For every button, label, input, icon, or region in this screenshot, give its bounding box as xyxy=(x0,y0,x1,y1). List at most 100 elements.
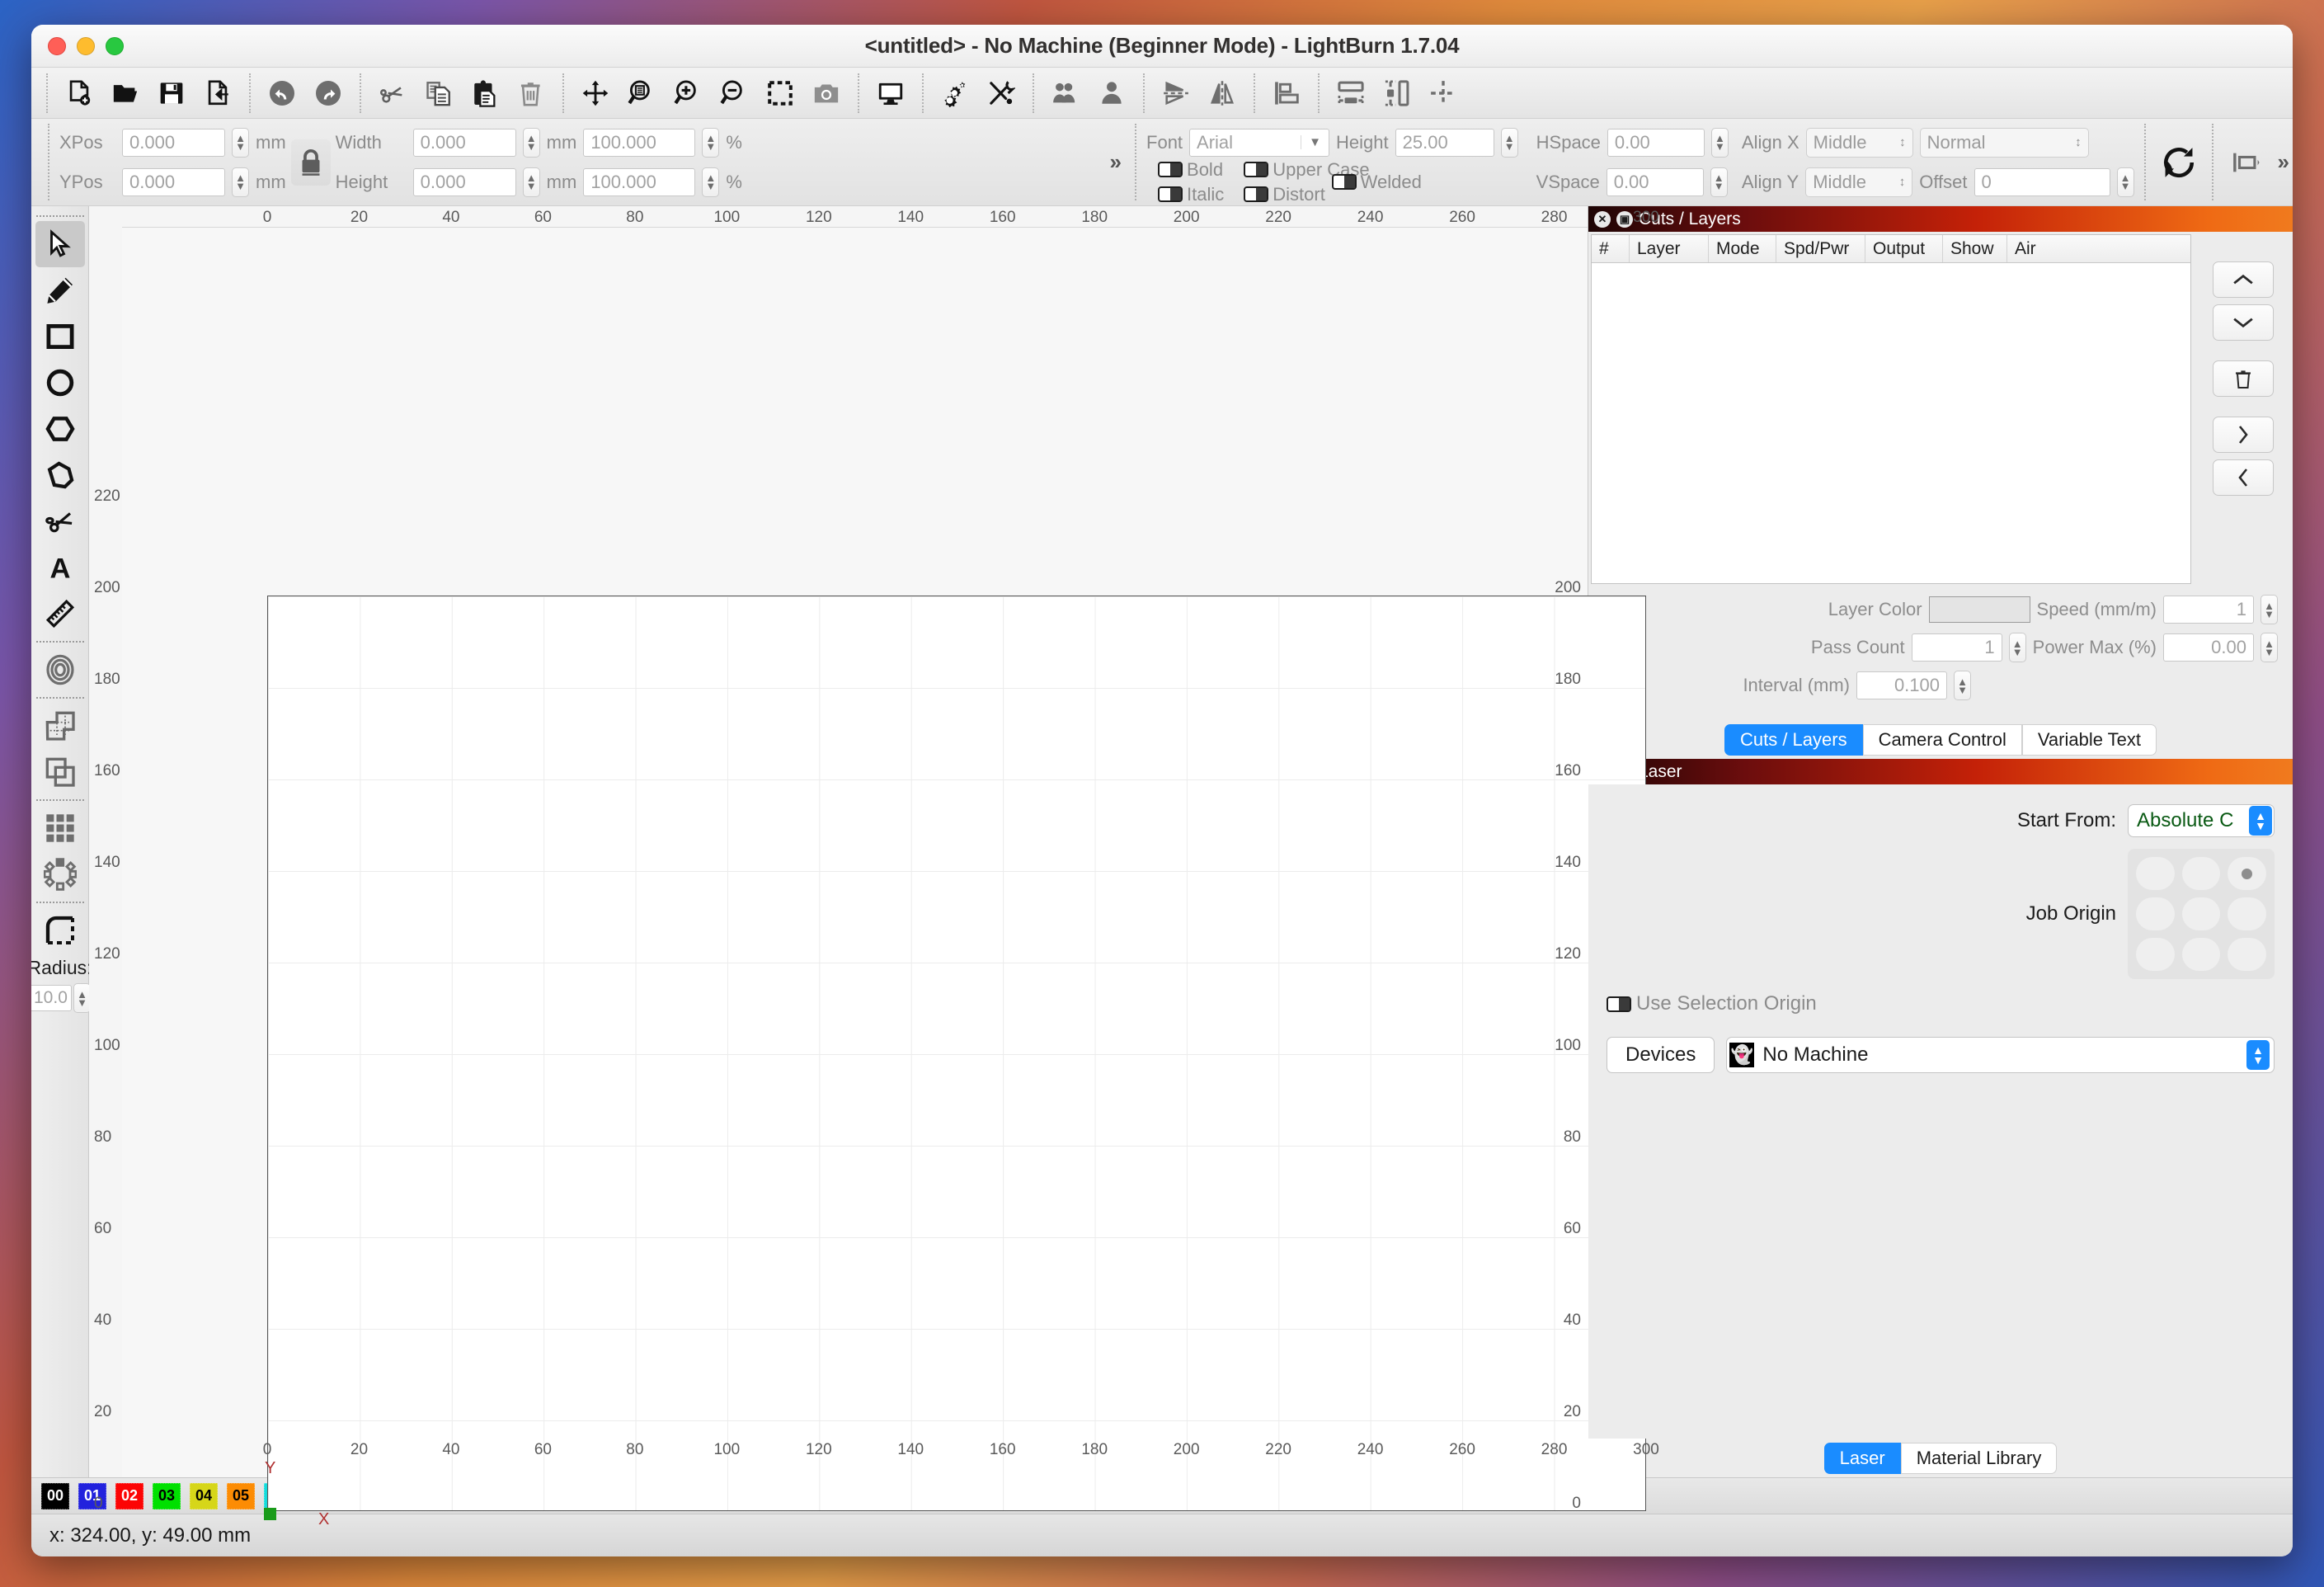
text-tool[interactable]: A xyxy=(35,544,85,591)
import-file-icon[interactable] xyxy=(195,72,241,115)
job-origin-cell[interactable] xyxy=(2182,897,2221,930)
palette-swatch[interactable]: 04 xyxy=(190,1483,218,1509)
delete-layer-button[interactable] xyxy=(2213,360,2274,397)
pass-count-input[interactable]: 1 xyxy=(1912,633,2002,662)
monitor-icon[interactable] xyxy=(868,72,914,115)
tab-camera-control[interactable]: Camera Control xyxy=(1863,724,2022,756)
work-area-rectangle[interactable] xyxy=(267,596,1646,1511)
undock-icon[interactable]: ▣ xyxy=(1616,211,1633,228)
power-max-input[interactable]: 0.00 xyxy=(2163,633,2254,662)
bold-toggle[interactable]: Bold xyxy=(1158,159,1224,181)
height-input[interactable]: 0.000 xyxy=(413,168,516,196)
chevron-updown-icon[interactable]: ▲▼ xyxy=(2246,1040,2270,1070)
layer-color-swatch[interactable] xyxy=(1929,596,2030,623)
flip-vertical-icon[interactable] xyxy=(1153,72,1199,115)
delete-icon[interactable] xyxy=(508,72,554,115)
cuts-column-header[interactable]: Show xyxy=(1943,235,2007,262)
cuts-column-header[interactable]: Spd/Pwr xyxy=(1776,235,1865,262)
draw-line-tool[interactable] xyxy=(35,267,85,313)
edit-nodes-tool[interactable] xyxy=(35,452,85,498)
design-canvas[interactable]: Y X 020406080100120140160180200220240260… xyxy=(89,206,1588,1477)
boolean-union-tool[interactable] xyxy=(35,749,85,795)
job-origin-cell[interactable] xyxy=(2228,938,2266,971)
circular-array-tool[interactable] xyxy=(35,851,85,897)
chevron-down-icon[interactable]: ▼ xyxy=(1301,135,1329,149)
job-origin-cell[interactable] xyxy=(2136,938,2175,971)
width-input[interactable]: 0.000 xyxy=(413,129,516,157)
width-stepper[interactable]: ▲▼ xyxy=(523,128,540,158)
measure-tool[interactable] xyxy=(35,591,85,637)
tab-laser[interactable]: Laser xyxy=(1824,1443,1901,1474)
trim-tool[interactable] xyxy=(35,498,85,544)
vspace-stepper[interactable]: ▲▼ xyxy=(1710,167,1728,197)
welded-switch-icon[interactable] xyxy=(1332,174,1357,190)
rectangle-tool[interactable] xyxy=(35,313,85,360)
camera-icon[interactable] xyxy=(803,72,849,115)
grid-array-tool[interactable] xyxy=(35,805,85,851)
layer-prev-button[interactable] xyxy=(2213,459,2274,496)
ypos-input[interactable]: 0.000 xyxy=(122,168,225,196)
move-layer-up-button[interactable] xyxy=(2213,261,2274,298)
ypos-stepper[interactable]: ▲▼ xyxy=(232,167,249,197)
tab-variable-text[interactable]: Variable Text xyxy=(2022,724,2157,756)
xpos-stepper[interactable]: ▲▼ xyxy=(232,128,249,158)
zoom-to-fit-icon[interactable] xyxy=(619,72,665,115)
distribute-vertical-icon[interactable] xyxy=(1374,72,1420,115)
undo-icon[interactable] xyxy=(259,72,305,115)
scale-x-input[interactable]: 100.000 xyxy=(583,129,695,157)
offset-shapes-tool[interactable] xyxy=(35,647,85,693)
settings-gears-icon[interactable] xyxy=(932,72,978,115)
uppercase-switch-icon[interactable] xyxy=(1244,162,1268,177)
bold-switch-icon[interactable] xyxy=(1158,162,1183,177)
height-stepper[interactable]: ▲▼ xyxy=(523,167,540,197)
ellipse-tool[interactable] xyxy=(35,360,85,406)
open-file-icon[interactable] xyxy=(102,72,148,115)
job-origin-cell[interactable] xyxy=(2182,938,2221,971)
scale-y-stepper[interactable]: ▲▼ xyxy=(702,167,719,197)
layer-next-button[interactable] xyxy=(2213,417,2274,453)
propbar-expand-chevron[interactable]: » xyxy=(1107,149,1125,175)
text-height-stepper[interactable]: ▲▼ xyxy=(1501,128,1518,158)
save-file-icon[interactable] xyxy=(148,72,195,115)
palette-swatch[interactable]: 00 xyxy=(41,1483,69,1509)
offset-stepper[interactable]: ▲▼ xyxy=(2117,167,2134,197)
start-from-select[interactable]: Absolute C ▲▼ xyxy=(2128,804,2275,837)
move-layer-down-button[interactable] xyxy=(2213,304,2274,341)
vspace-input[interactable]: 0.00 xyxy=(1607,168,1704,196)
align-x-select[interactable]: Middle ↕ xyxy=(1806,128,1913,158)
job-origin-cell[interactable] xyxy=(2182,857,2221,890)
hspace-input[interactable]: 0.00 xyxy=(1607,129,1705,157)
speed-input[interactable]: 1 xyxy=(2163,596,2254,624)
pass-count-stepper[interactable]: ▲▼ xyxy=(2009,633,2026,662)
radius-stepper[interactable]: ▲▼ xyxy=(73,983,91,1013)
scale-y-input[interactable]: 100.000 xyxy=(583,168,695,196)
group-icon[interactable] xyxy=(1042,72,1089,115)
job-origin-cell[interactable] xyxy=(2136,897,2175,930)
zoom-out-icon[interactable] xyxy=(711,72,757,115)
devices-button[interactable]: Devices xyxy=(1607,1037,1715,1073)
palette-swatch[interactable]: 02 xyxy=(115,1483,143,1509)
cuts-column-header[interactable]: Layer xyxy=(1630,235,1709,262)
machine-select[interactable]: 👻 No Machine ▲▼ xyxy=(1726,1037,2275,1073)
scale-x-stepper[interactable]: ▲▼ xyxy=(702,128,719,158)
distribute-horizontal-icon[interactable] xyxy=(1328,72,1374,115)
center-align-icon[interactable] xyxy=(1420,72,1466,115)
cuts-table[interactable]: #LayerModeSpd/PwrOutputShowAir xyxy=(1591,234,2191,584)
device-tools-icon[interactable] xyxy=(978,72,1024,115)
speed-stepper[interactable]: ▲▼ xyxy=(2260,595,2278,624)
flip-horizontal-icon[interactable] xyxy=(1199,72,1245,115)
job-origin-cell[interactable] xyxy=(2228,897,2266,930)
path-offset-icon[interactable] xyxy=(2223,141,2270,184)
align-left-icon[interactable] xyxy=(1263,72,1310,115)
welded-toggle[interactable]: Welded xyxy=(1332,172,1422,193)
close-icon[interactable]: ✕ xyxy=(1594,211,1611,228)
cut-icon[interactable] xyxy=(369,72,416,115)
job-origin-cell[interactable] xyxy=(2228,857,2266,890)
job-origin-cell[interactable] xyxy=(2136,857,2175,890)
tab-cuts-layers[interactable]: Cuts / Layers xyxy=(1724,724,1863,756)
redo-icon[interactable] xyxy=(305,72,351,115)
align-y-select[interactable]: Middle ↕ xyxy=(1805,167,1912,197)
select-tool[interactable] xyxy=(35,221,85,267)
offset-input[interactable]: 0 xyxy=(1974,168,2110,196)
text-height-input[interactable]: 25.00 xyxy=(1395,129,1494,157)
